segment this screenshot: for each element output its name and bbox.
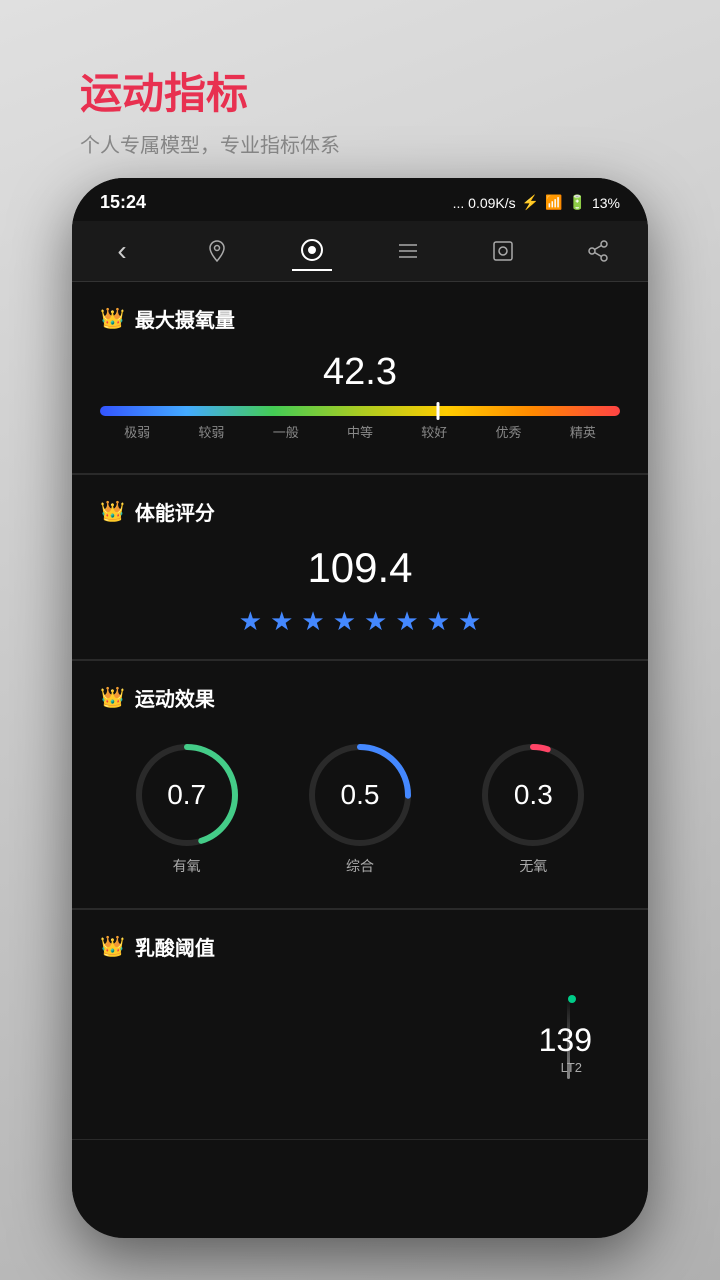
bluetooth-icon: ⚡ <box>522 194 539 211</box>
location-icon[interactable] <box>197 231 237 271</box>
effects-label: 运动效果 <box>135 683 215 712</box>
status-bar: 15:24 ... 0.09K/s ⚡ 📶 🔋 13% <box>72 178 648 221</box>
aerobic-circle-wrap: 0.7 有氧 <box>132 740 242 876</box>
vo2max-label: 最大摄氧量 <box>135 304 235 333</box>
lactic-chart: 139 LT2 <box>100 979 620 1079</box>
page-title-area: 运动指标 个人专属模型，专业指标体系 <box>80 60 340 158</box>
fitness-section: 👑 体能评分 109.4 ★ ★ ★ ★ ★ ★ ★ ★ <box>72 475 648 660</box>
bar-label-4: 较好 <box>397 422 471 441</box>
aerobic-value: 0.7 <box>167 781 206 809</box>
vo2max-section: 👑 最大摄氧量 42.3 极弱 较弱 一般 中等 较好 优秀 精英 <box>72 282 648 474</box>
aerobic-label: 有氧 <box>173 856 201 876</box>
bar-label-5: 优秀 <box>471 422 545 441</box>
stars-row: ★ ★ ★ ★ ★ ★ ★ ★ <box>100 606 620 637</box>
nav-bar: ‹ <box>72 221 648 282</box>
effects-title-row: 👑 运动效果 <box>100 683 620 712</box>
circle-icon[interactable] <box>292 231 332 271</box>
page-subtitle: 个人专属模型，专业指标体系 <box>80 129 340 158</box>
crown-icon-fitness: 👑 <box>100 499 125 524</box>
fitness-value: 109.4 <box>100 544 620 592</box>
content-scroll[interactable]: 👑 最大摄氧量 42.3 极弱 较弱 一般 中等 较好 优秀 精英 <box>72 282 648 1232</box>
vo2max-title-row: 👑 最大摄氧量 <box>100 304 620 333</box>
aerobic-circle: 0.7 <box>132 740 242 850</box>
search-icon[interactable] <box>483 231 523 271</box>
comprehensive-value: 0.5 <box>341 781 380 809</box>
star-8: ★ <box>458 606 481 637</box>
star-1: ★ <box>239 606 262 637</box>
battery-pct: 13% <box>592 195 620 211</box>
bar-label-3: 中等 <box>323 422 397 441</box>
fitness-label: 体能评分 <box>135 497 215 526</box>
back-button[interactable]: ‹ <box>102 231 142 271</box>
color-bar-wrapper: 极弱 较弱 一般 中等 较好 优秀 精英 <box>100 406 620 441</box>
phone-shell: 15:24 ... 0.09K/s ⚡ 📶 🔋 13% ‹ <box>72 178 648 1238</box>
color-bar-indicator <box>437 402 440 420</box>
comprehensive-label: 综合 <box>346 856 374 876</box>
lactic-title-row: 👑 乳酸阈值 <box>100 932 620 961</box>
comprehensive-circle: 0.5 <box>305 740 415 850</box>
anaerobic-circle: 0.3 <box>478 740 588 850</box>
anaerobic-value: 0.3 <box>514 781 553 809</box>
share-icon[interactable] <box>578 231 618 271</box>
phone-screen: 15:24 ... 0.09K/s ⚡ 📶 🔋 13% ‹ <box>72 178 648 1238</box>
color-bar <box>100 406 620 416</box>
bar-label-1: 较弱 <box>174 422 248 441</box>
fitness-title-row: 👑 体能评分 <box>100 497 620 526</box>
crown-icon-effects: 👑 <box>100 685 125 710</box>
network-status: ... 0.09K/s <box>453 195 516 211</box>
bar-label-2: 一般 <box>249 422 323 441</box>
effect-circles: 0.7 有氧 0.5 综合 <box>100 730 620 886</box>
anaerobic-circle-wrap: 0.3 无氧 <box>478 740 588 876</box>
crown-icon-lactic: 👑 <box>100 934 125 959</box>
lactic-value: 139 <box>539 1022 592 1059</box>
effects-section: 👑 运动效果 0.7 有氧 <box>72 661 648 909</box>
battery-icon: 🔋 <box>569 194 586 211</box>
color-bar-labels: 极弱 较弱 一般 中等 较好 优秀 精英 <box>100 422 620 441</box>
anaerobic-label: 无氧 <box>519 856 547 876</box>
star-7: ★ <box>427 606 450 637</box>
lactic-section: 👑 乳酸阈值 139 LT2 <box>72 910 648 1140</box>
lactic-lt2-label: LT2 <box>561 1060 582 1075</box>
wifi-icon: 📶 <box>545 194 562 211</box>
list-icon[interactable] <box>388 231 428 271</box>
star-5: ★ <box>364 606 387 637</box>
star-2: ★ <box>270 606 293 637</box>
star-4: ★ <box>333 606 356 637</box>
status-icons: ... 0.09K/s ⚡ 📶 🔋 13% <box>453 194 620 211</box>
status-time: 15:24 <box>100 192 146 213</box>
lactic-dot <box>568 995 576 1003</box>
comprehensive-circle-wrap: 0.5 综合 <box>305 740 415 876</box>
lactic-label: 乳酸阈值 <box>135 932 215 961</box>
star-6: ★ <box>395 606 418 637</box>
bar-label-0: 极弱 <box>100 422 174 441</box>
page-title: 运动指标 <box>80 60 340 121</box>
bar-label-6: 精英 <box>546 422 620 441</box>
vo2max-value: 42.3 <box>100 351 620 394</box>
star-3: ★ <box>301 606 324 637</box>
crown-icon-vo2max: 👑 <box>100 306 125 331</box>
